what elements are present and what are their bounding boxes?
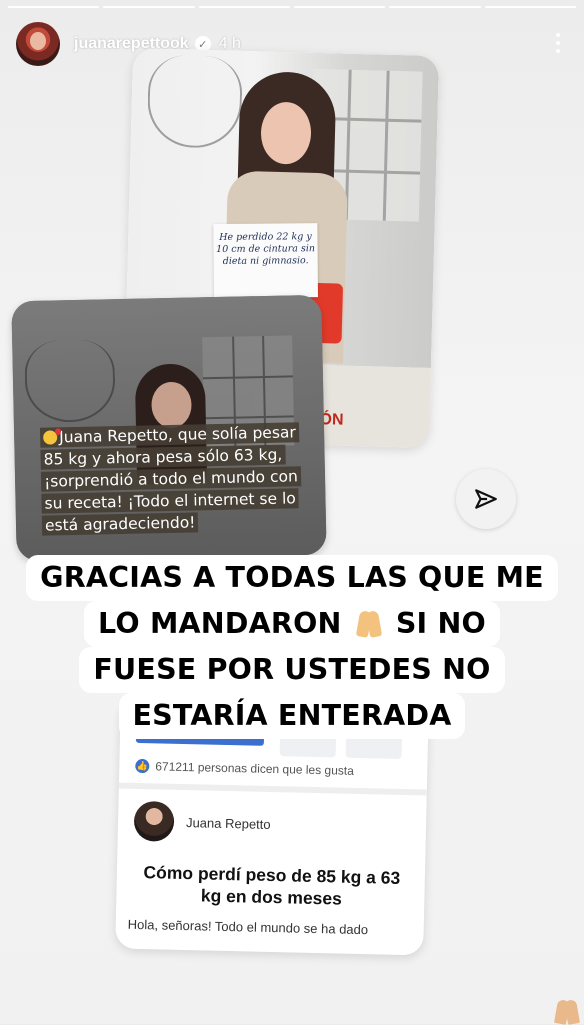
more-options-icon[interactable]: [548, 28, 568, 58]
progress-segment: [484, 6, 576, 8]
post-author: Juana Repetto: [133, 800, 271, 844]
ad-quote: Juana Repetto, que solía pesar 85 kg y a…: [39, 421, 314, 537]
kiss-emoji-icon: [43, 430, 58, 445]
praying-hands-icon: [552, 998, 582, 1025]
avatar[interactable]: [16, 22, 60, 66]
caption-line: LO MANDARON SI NO: [84, 601, 500, 647]
progress-segment: [198, 6, 290, 8]
likes-text: 671211 personas dicen que les gusta: [155, 759, 355, 778]
author-name: Juana Repetto: [185, 814, 271, 832]
likes-count: 👍 671211 personas dicen que les gusta: [135, 758, 355, 778]
progress-segment: [103, 6, 195, 8]
send-icon: [475, 489, 497, 509]
ad-card-left: Juana Repetto, que solía pesar 85 kg y a…: [11, 294, 327, 562]
share-button[interactable]: [456, 469, 516, 529]
article-title: Cómo perdí peso de 85 kg a 63 kg en dos …: [143, 862, 401, 909]
progress-segment: [8, 6, 100, 8]
story-caption: GRACIAS A TODAS LAS QUE ME LO MANDARON S…: [0, 555, 584, 739]
caption-line: FUESE POR USTEDES NO: [79, 647, 505, 693]
story-progress-bar: [8, 6, 576, 8]
thumbs-up-icon: 👍: [135, 758, 150, 774]
handwritten-sign: He perdido 22 kg y 10 cm de cintura sin …: [213, 223, 318, 299]
praying-hands-icon: [354, 609, 384, 637]
progress-segment: [389, 6, 481, 8]
article-snippet: Hola, señoras! Todo el mundo se ha dado: [127, 916, 369, 938]
caption-line: ESTARÍA ENTERADA: [118, 693, 466, 739]
author-avatar: [133, 800, 175, 842]
sketch-illustration: [146, 54, 243, 149]
progress-segment: [293, 6, 386, 8]
caption-line: GRACIAS A TODAS LAS QUE ME: [26, 555, 558, 601]
